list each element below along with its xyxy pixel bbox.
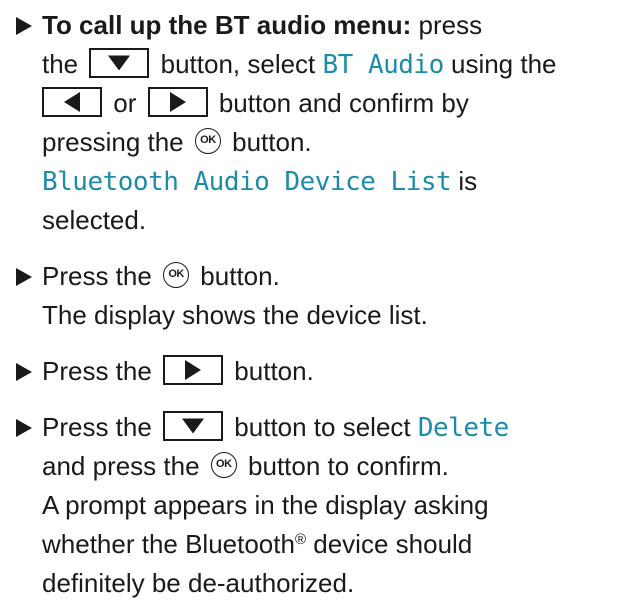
step-line: or button and confirm by <box>42 84 469 123</box>
bullet-arrow-icon <box>16 6 34 45</box>
step-text: press <box>418 10 483 40</box>
step-line: To call up the BT audio menu: press <box>42 6 482 45</box>
step-text: Press the <box>42 261 152 291</box>
down-triangle-icon <box>108 55 131 71</box>
step-text: button. <box>234 356 314 386</box>
step-result-line: The display shows the device list. <box>42 296 428 335</box>
instruction-page: To call up the BT audio menu: press the … <box>0 0 617 598</box>
step-line: the button, select BT Audio using the <box>42 45 557 84</box>
down-button-key <box>89 48 150 79</box>
left-triangle-icon <box>64 92 80 113</box>
bullet-arrow-icon <box>16 352 34 391</box>
step-result-line: definitely be de-authorized. <box>42 564 354 603</box>
bullet-arrow-icon <box>16 408 34 447</box>
step-text: button to confirm. <box>248 451 449 481</box>
step-text: Press the <box>42 356 152 386</box>
ok-button-icon: OK <box>210 452 237 479</box>
step-text: The display shows the device list. <box>42 300 428 330</box>
step-text: the <box>42 49 79 79</box>
right-triangle-icon <box>185 360 202 381</box>
ok-button-icon: OK <box>194 128 221 155</box>
bullet-arrow-icon <box>16 257 34 296</box>
display-text-delete: Delete <box>417 413 509 443</box>
step-text: Press the <box>42 412 152 442</box>
step-text: button. <box>200 261 280 291</box>
left-button-key <box>42 87 102 118</box>
step-text: whether the Bluetooth <box>42 529 295 559</box>
step-result-line: selected. <box>42 201 146 240</box>
step-text: button to select <box>234 412 411 442</box>
step-line: Press the OK button. <box>42 257 280 296</box>
display-text-device-list: Bluetooth Audio Device List <box>42 167 452 197</box>
step-result-line: whether the Bluetooth® device should <box>42 525 472 564</box>
right-triangle-icon <box>169 92 186 113</box>
step-line: and press the OK button to confirm. <box>42 447 449 486</box>
step-text: button. <box>232 127 312 157</box>
step-text: using the <box>450 49 557 79</box>
step-text: A prompt appears in the display asking <box>42 490 489 520</box>
step-text: pressing the <box>42 127 184 157</box>
step-text: selected. <box>42 205 147 235</box>
step-text: device should <box>313 529 473 559</box>
display-text-bt-audio: BT Audio <box>322 50 445 80</box>
step-line: Press the button to select Delete <box>42 408 509 447</box>
step-text: or <box>113 88 137 118</box>
step-result-line: A prompt appears in the display asking <box>42 486 489 525</box>
down-triangle-icon <box>182 418 205 434</box>
step-text: button and confirm by <box>218 88 469 118</box>
ok-button-icon: OK <box>163 262 190 289</box>
down-button-key <box>163 411 224 442</box>
step-text: and press the <box>42 451 200 481</box>
right-button-key <box>163 355 224 386</box>
step-lead: To call up the BT audio menu: <box>42 10 412 40</box>
step-result-line: Bluetooth Audio Device List is <box>42 162 477 201</box>
right-button-key <box>147 87 208 118</box>
step-text: is <box>458 166 478 196</box>
step-line: pressing the OK button. <box>42 123 312 162</box>
step-line: Press the button. <box>42 352 314 391</box>
registered-mark: ® <box>294 531 307 548</box>
step-text: button, select <box>160 49 316 79</box>
